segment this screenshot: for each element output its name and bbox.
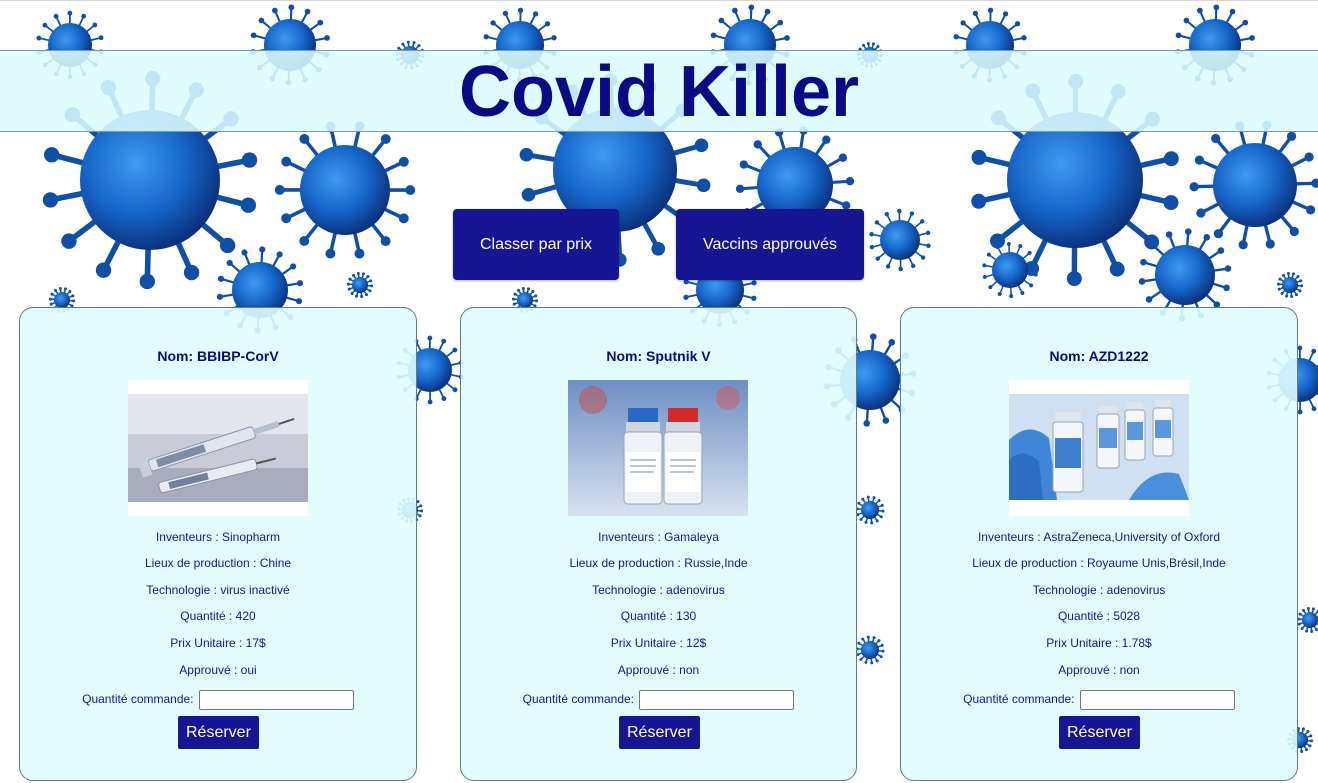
order-quantity-label: Quantité commande:: [522, 692, 635, 707]
title-banner: Covid Killer: [0, 50, 1318, 132]
order-quantity-input[interactable]: [1079, 690, 1235, 710]
inventors-field: Inventeurs : AstraZeneca,University of O…: [977, 530, 1221, 544]
unit-price-field: Prix Unitaire : 17$: [170, 636, 266, 650]
reserve-button[interactable]: Réserver: [619, 716, 700, 749]
order-quantity-input[interactable]: [198, 690, 354, 710]
inventors-field: Inventeurs : Gamaleya: [598, 530, 719, 544]
reserve-button[interactable]: Réserver: [1059, 716, 1140, 749]
vaccine-card: Nom: BBIBP-CorV Inventeurs: Sinopharm L…: [19, 307, 417, 781]
production-field: Lieux de production : Royaume Unis,Brési…: [972, 556, 1226, 570]
production-field: Lieux de production : Russie,Inde: [569, 556, 748, 570]
quantity-field: Quantité : 130: [620, 609, 697, 623]
order-row: Quantité commande:: [20, 690, 416, 710]
reserve-button[interactable]: Réserver: [178, 716, 259, 749]
technology-field: Technologie : virus inactivé: [146, 583, 290, 597]
approved-field: Approuvé : non: [617, 663, 700, 677]
order-row: Quantité commande:: [461, 690, 856, 710]
syringes-photo: [128, 380, 308, 516]
vaccine-name: Nom: AZD1222: [1049, 348, 1149, 364]
vaccine-card: Nom: AZD1222 Inventeurs: AstraZeneca,Un…: [900, 307, 1298, 781]
page-title: Covid Killer: [458, 52, 860, 132]
production-field: Lieux de production : Chine: [144, 556, 292, 570]
page: Covid Killer Classer par prix Vaccins ap…: [0, 0, 1318, 783]
sort-by-price-button[interactable]: Classer par prix: [453, 209, 619, 280]
gloved-hand-vials-photo: [1009, 380, 1189, 516]
order-quantity-label: Quantité commande:: [963, 692, 1075, 707]
quantity-field: Quantité : 420: [180, 609, 256, 623]
approved-field: Approuvé : non: [1058, 663, 1140, 677]
order-quantity-label: Quantité commande:: [82, 692, 194, 707]
technology-field: Technologie : adenovirus: [1032, 583, 1166, 597]
vaccine-vials-photo: [568, 380, 748, 516]
vaccine-card: Nom: Sputnik V Inventeurs: Gamaleya Lie…: [460, 307, 857, 781]
approved-field: Approuvé : oui: [179, 663, 257, 677]
vaccine-name: Nom: BBIBP-CorV: [157, 348, 279, 364]
vaccine-name: Nom: Sputnik V: [606, 348, 711, 364]
quantity-field: Quantité : 5028: [1057, 609, 1141, 623]
order-quantity-input[interactable]: [639, 690, 795, 710]
technology-field: Technologie : adenovirus: [592, 583, 725, 597]
unit-price-field: Prix Unitaire : 12$: [610, 636, 707, 650]
approved-vaccines-button[interactable]: Vaccins approuvés: [676, 209, 864, 280]
unit-price-field: Prix Unitaire : 1.78$: [1046, 636, 1152, 650]
order-row: Quantité commande:: [901, 690, 1297, 710]
top-border: [0, 0, 1318, 1]
inventors-field: Inventeurs : Sinopharm: [155, 530, 281, 544]
